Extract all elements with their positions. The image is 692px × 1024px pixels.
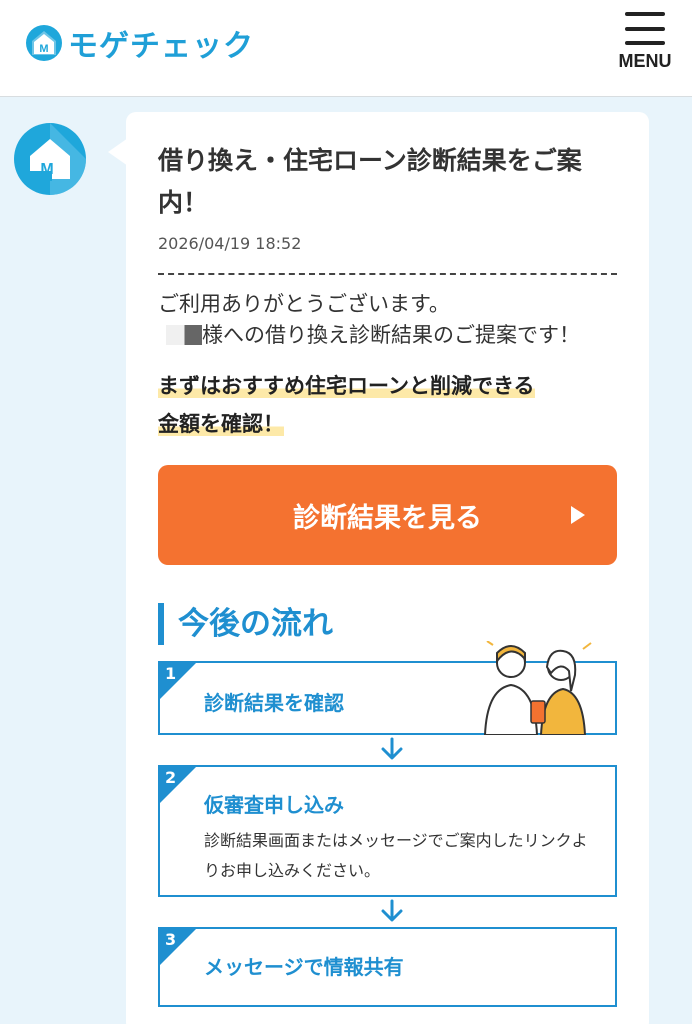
view-results-button[interactable]: 診断結果を見る bbox=[158, 465, 617, 565]
logo-text: モゲチェック bbox=[68, 29, 254, 64]
step-description: 診断結果画面またはメッセージでご案内したリンクよりお申し込みください。 bbox=[204, 831, 588, 880]
bubble-tail bbox=[108, 138, 128, 166]
play-arrow-icon bbox=[571, 506, 585, 524]
proposal-text: 様への借り換え診断結果のご提案です！ bbox=[202, 323, 580, 347]
highlight-line-1: まずはおすすめ住宅ローンと削減できる bbox=[158, 374, 535, 398]
sender-avatar: M bbox=[14, 123, 86, 195]
cta-label: 診断結果を見る bbox=[293, 502, 482, 533]
menu-label: MENU bbox=[618, 51, 672, 71]
step-title: 診断結果を確認 bbox=[204, 691, 344, 715]
flow-arrow bbox=[158, 897, 617, 927]
step-number: 1 bbox=[165, 664, 177, 683]
svg-text:M: M bbox=[40, 161, 53, 178]
flow-step: 3 メッセージで情報共有 bbox=[158, 927, 617, 1007]
message-body: ご利用ありがとうございます。 様への借り換え診断結果のご提案です！ bbox=[158, 289, 617, 351]
logo[interactable]: M モゲチェック bbox=[26, 24, 254, 64]
redacted-name bbox=[158, 325, 202, 345]
proposal-line: 様への借り換え診断結果のご提案です！ bbox=[158, 320, 617, 351]
step-title: メッセージで情報共有 bbox=[204, 955, 404, 979]
menu-button[interactable]: MENU bbox=[612, 12, 678, 72]
message-card: 借り換え・住宅ローン診断結果をご案内！ 2026/04/19 18:52 ご利用… bbox=[126, 112, 649, 1024]
highlight-line-2: 金額を確認！ bbox=[158, 412, 284, 436]
app-header: M モゲチェック MENU bbox=[0, 0, 692, 97]
arrow-down-icon bbox=[381, 737, 403, 760]
step-number: 2 bbox=[165, 768, 177, 787]
people-illustration bbox=[483, 641, 592, 735]
svg-text:M: M bbox=[39, 43, 48, 55]
arrow-down-icon bbox=[381, 899, 403, 922]
divider bbox=[158, 273, 617, 275]
highlight-text: まずはおすすめ住宅ローンと削減できる 金額を確認！ bbox=[158, 367, 617, 443]
flow-arrow bbox=[158, 735, 617, 765]
message-date: 2026/04/19 18:52 bbox=[158, 234, 302, 253]
flow-step: 2 仮審査申し込み 診断結果画面またはメッセージでご案内したリンクよりお申し込み… bbox=[158, 765, 617, 897]
greeting-text: ご利用ありがとうございます。 bbox=[158, 292, 450, 316]
flow-heading: 今後の流れ bbox=[158, 603, 617, 645]
flow-step: 1 診断結果を確認 bbox=[158, 641, 617, 735]
step-number: 3 bbox=[165, 930, 177, 949]
hamburger-icon bbox=[625, 12, 665, 45]
logo-house-icon: M bbox=[26, 25, 62, 61]
message-title: 借り換え・住宅ローン診断結果をご案内！ bbox=[158, 146, 582, 217]
step-title: 仮審査申し込み bbox=[204, 793, 344, 817]
